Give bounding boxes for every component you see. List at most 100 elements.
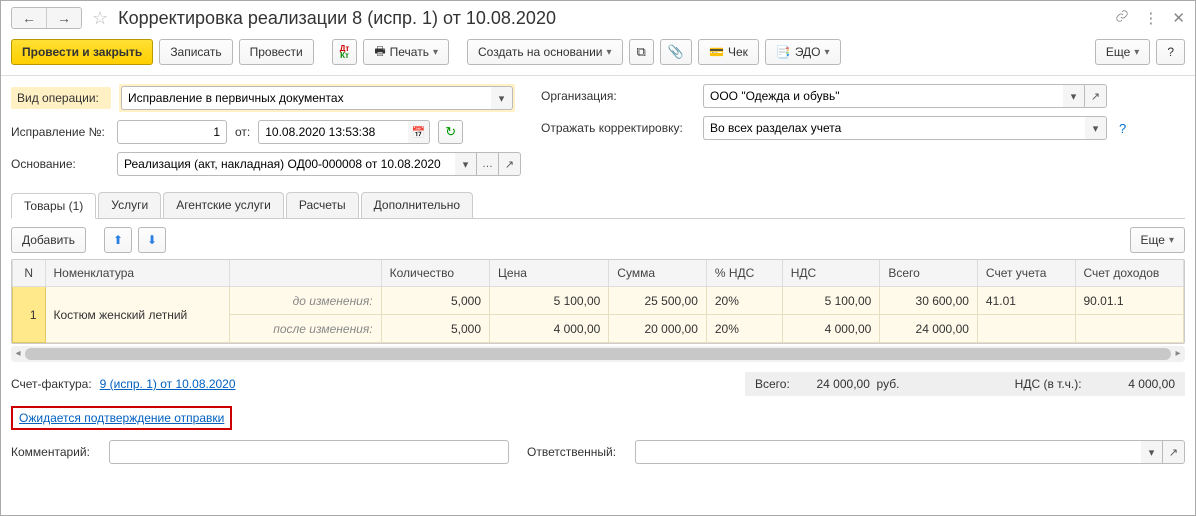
op-type-dropdown[interactable]: ▾	[491, 86, 513, 110]
cell-qty-after[interactable]: 5,000	[381, 315, 489, 343]
cell-income-after[interactable]	[1075, 315, 1184, 343]
table-row[interactable]: 1 Костюм женский летний до изменения: 5,…	[13, 287, 1184, 315]
invoice-label: Счет-фактура:	[11, 377, 92, 391]
basis-input[interactable]	[117, 152, 455, 176]
cell-n: 1	[13, 287, 46, 343]
responsible-input[interactable]	[635, 440, 1141, 464]
reflect-dropdown[interactable]: ▾	[1085, 116, 1107, 140]
totals-box: Всего: 24 000,00 руб. НДС (в т.ч.): 4 00…	[745, 372, 1185, 396]
cell-name[interactable]: Костюм женский летний	[45, 287, 229, 343]
help-button[interactable]: ?	[1156, 39, 1185, 65]
cell-vat-after[interactable]: 4 000,00	[782, 315, 880, 343]
org-input[interactable]	[703, 84, 1063, 108]
dtkt-button[interactable]: ДтКт	[332, 39, 358, 65]
th-name[interactable]: Номенклатура	[45, 260, 229, 287]
th-vat[interactable]: НДС	[782, 260, 880, 287]
basis-more[interactable]: …	[477, 152, 499, 176]
favorite-star-icon[interactable]: ☆	[92, 8, 108, 29]
after-label: после изменения:	[229, 315, 381, 343]
edo-button[interactable]: 📑 ЭДО	[765, 39, 841, 65]
th-price[interactable]: Цена	[490, 260, 609, 287]
basis-dropdown[interactable]: ▾	[455, 152, 477, 176]
create-based-button[interactable]: Создать на основании	[467, 39, 623, 65]
arrow-down-icon: ⬇	[147, 233, 157, 247]
move-down-button[interactable]: ⬇	[138, 227, 166, 253]
reflect-input[interactable]	[703, 116, 1085, 140]
op-type-label: Вид операции:	[11, 87, 111, 109]
tab-goods[interactable]: Товары (1)	[11, 193, 96, 219]
responsible-open[interactable]: ↗	[1163, 440, 1185, 464]
cash-register-icon: 💳	[709, 45, 724, 59]
th-acc[interactable]: Счет учета	[977, 260, 1075, 287]
add-row-button[interactable]: Добавить	[11, 227, 86, 253]
close-icon[interactable]: ✕	[1172, 9, 1185, 27]
date-input[interactable]	[258, 120, 408, 144]
op-type-input[interactable]	[121, 86, 491, 110]
cell-price-before[interactable]: 5 100,00	[490, 287, 609, 315]
nav-forward-button[interactable]: →	[47, 8, 81, 28]
cell-acc-before[interactable]: 41.01	[977, 287, 1075, 315]
post-and-close-button[interactable]: Провести и закрыть	[11, 39, 153, 65]
cell-total-after[interactable]: 24 000,00	[880, 315, 978, 343]
paperclip-icon: 📎	[668, 44, 684, 60]
basis-open[interactable]: ↗	[499, 152, 521, 176]
nav-back-button[interactable]: ←	[12, 8, 47, 28]
cell-sum-before[interactable]: 25 500,00	[609, 287, 707, 315]
cell-vatpct-after[interactable]: 20%	[706, 315, 782, 343]
cell-acc-after[interactable]	[977, 315, 1075, 343]
sub-more-button[interactable]: Еще	[1130, 227, 1185, 253]
toolbar-more-button[interactable]: Еще	[1095, 39, 1150, 65]
th-sum[interactable]: Сумма	[609, 260, 707, 287]
edo-icon: 📑	[776, 45, 791, 59]
printer-icon: 🖶	[374, 42, 385, 63]
th-total[interactable]: Всего	[880, 260, 978, 287]
tab-services[interactable]: Услуги	[98, 192, 161, 218]
org-open[interactable]: ↗	[1085, 84, 1107, 108]
corr-num-label: Исправление №:	[11, 125, 109, 139]
scroll-right-icon[interactable]: ▸	[1171, 346, 1185, 362]
link-icon[interactable]	[1115, 9, 1129, 27]
tab-additional[interactable]: Дополнительно	[361, 192, 473, 218]
cell-total-before[interactable]: 30 600,00	[880, 287, 978, 315]
cell-vat-before[interactable]: 5 100,00	[782, 287, 880, 315]
responsible-dropdown[interactable]: ▾	[1141, 440, 1163, 464]
reflect-label: Отражать корректировку:	[541, 121, 695, 135]
print-button[interactable]: 🖶 Печать	[363, 39, 449, 65]
responsible-label: Ответственный:	[527, 445, 627, 459]
tab-calculations[interactable]: Расчеты	[286, 192, 359, 218]
th-income[interactable]: Счет доходов	[1075, 260, 1184, 287]
scroll-left-icon[interactable]: ◂	[11, 346, 25, 362]
tab-agent-services[interactable]: Агентские услуги	[163, 192, 284, 218]
basis-label: Основание:	[11, 157, 109, 171]
before-label: до изменения:	[229, 287, 381, 315]
cell-vatpct-before[interactable]: 20%	[706, 287, 782, 315]
save-button[interactable]: Записать	[159, 39, 232, 65]
cell-qty-before[interactable]: 5,000	[381, 287, 489, 315]
help-icon[interactable]: ?	[1119, 121, 1126, 136]
check-button[interactable]: 💳 Чек	[698, 39, 759, 65]
dtkt-icon: ДтКт	[340, 45, 350, 59]
invoice-link[interactable]: 9 (испр. 1) от 10.08.2020	[100, 377, 236, 391]
horizontal-scrollbar[interactable]: ◂ ▸	[11, 346, 1185, 362]
corr-num-input[interactable]	[117, 120, 227, 144]
arrow-up-icon: ⬆	[113, 233, 123, 247]
refresh-button[interactable]: ↻	[438, 120, 463, 144]
calendar-button[interactable]: 📅	[408, 120, 430, 144]
cell-price-after[interactable]: 4 000,00	[490, 315, 609, 343]
th-vat-pct[interactable]: % НДС	[706, 260, 782, 287]
cell-income-before[interactable]: 90.01.1	[1075, 287, 1184, 315]
comment-label: Комментарий:	[11, 445, 101, 459]
post-button[interactable]: Провести	[239, 39, 314, 65]
page-title: Корректировка реализации 8 (испр. 1) от …	[118, 8, 556, 29]
structure-button[interactable]: ⧉	[629, 39, 654, 65]
move-up-button[interactable]: ⬆	[104, 227, 132, 253]
cell-sum-after[interactable]: 20 000,00	[609, 315, 707, 343]
attach-button[interactable]: 📎	[660, 39, 692, 65]
th-n[interactable]: N	[13, 260, 46, 287]
more-menu-icon[interactable]: ⋮	[1143, 9, 1158, 27]
th-qty[interactable]: Количество	[381, 260, 489, 287]
org-dropdown[interactable]: ▾	[1063, 84, 1085, 108]
status-link[interactable]: Ожидается подтверждение отправки	[19, 411, 224, 425]
refresh-icon: ↻	[445, 124, 456, 140]
comment-input[interactable]	[109, 440, 509, 464]
